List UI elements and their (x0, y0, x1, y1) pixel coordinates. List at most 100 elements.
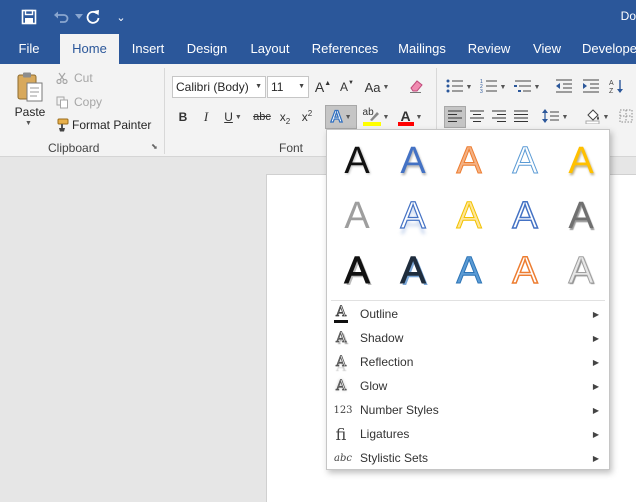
highlight-color-button[interactable]: ab ▼ (360, 106, 392, 128)
align-left-icon (448, 110, 462, 125)
grow-font-icon: A (314, 79, 325, 95)
customize-quick-access-icon[interactable]: ⌄ (110, 7, 132, 27)
text-effect-style-6[interactable]: A (329, 189, 385, 243)
text-effect-style-8[interactable]: A (441, 189, 497, 243)
multilevel-list-button[interactable]: ▼ (512, 76, 542, 98)
tab-review[interactable]: Review (464, 34, 514, 64)
paste-icon[interactable] (14, 70, 46, 104)
menu-item-outline[interactable]: A Outline ▶ (327, 302, 609, 326)
text-effect-style-12[interactable]: A (385, 244, 441, 298)
change-case-button[interactable]: Aa ▼ (362, 76, 392, 98)
tab-design[interactable]: Design (182, 34, 232, 64)
font-size-dropdown-icon[interactable]: ▼ (298, 77, 305, 97)
tab-insert[interactable]: Insert (126, 34, 170, 64)
text-effect-style-15[interactable]: A (553, 244, 609, 298)
clipboard-launcher-icon[interactable]: ⬊ (151, 142, 158, 151)
menu-item-number-styles[interactable]: 123 Number Styles ▶ (327, 398, 609, 422)
paste-dropdown-icon[interactable]: ▼ (25, 120, 32, 127)
paint-bucket-icon (585, 108, 601, 127)
shading-button[interactable]: ▼ (582, 106, 612, 128)
copy-label: Copy (74, 95, 103, 109)
align-right-icon (492, 110, 506, 125)
cut-label: Cut (74, 71, 93, 85)
tab-layout[interactable]: Layout (244, 34, 296, 64)
text-effect-style-7[interactable]: A (385, 189, 441, 243)
tab-developer[interactable]: Develope (582, 34, 636, 64)
redo-icon[interactable] (82, 7, 104, 27)
increase-indent-icon (582, 79, 600, 96)
tab-home[interactable]: Home (60, 34, 119, 64)
menu-item-glow[interactable]: A Glow ▶ (327, 374, 609, 398)
strikethrough-button[interactable]: abc (252, 106, 272, 128)
font-name-box[interactable]: Calibri (Body) ▼ (172, 76, 266, 98)
font-color-icon: A (397, 107, 414, 127)
tab-mailings[interactable]: Mailings (392, 34, 452, 64)
align-left-button[interactable] (444, 106, 466, 128)
line-spacing-button[interactable]: ▼ (540, 106, 570, 128)
menu-item-label: Stylistic Sets (360, 451, 429, 465)
cut-button[interactable]: Cut (54, 70, 93, 86)
text-effect-style-11[interactable]: A (329, 244, 385, 298)
menu-item-stylistic-sets[interactable]: abc Stylistic Sets ▶ (327, 446, 609, 470)
format-painter-label: Format Painter (72, 118, 152, 132)
text-effect-style-14[interactable]: A (497, 244, 553, 298)
font-name-dropdown-icon[interactable]: ▼ (255, 77, 262, 97)
italic-button[interactable]: I (197, 106, 215, 128)
subscript-button[interactable]: x2 (276, 106, 294, 128)
paste-button-label[interactable]: Paste (14, 105, 46, 119)
submenu-arrow-icon: ▶ (592, 453, 599, 463)
sort-icon: AZ (609, 78, 625, 97)
text-effects-button[interactable]: A ▼ (325, 105, 357, 129)
align-center-icon (470, 110, 484, 125)
svg-text:3: 3 (480, 89, 483, 93)
text-effect-style-10[interactable]: A (553, 189, 609, 243)
multilevel-list-icon (513, 79, 532, 96)
menu-item-label: Reflection (360, 355, 414, 369)
text-effect-style-3[interactable]: A (441, 134, 497, 188)
font-size-value: 11 (271, 80, 284, 94)
borders-button[interactable] (616, 106, 636, 128)
text-effect-style-1[interactable]: A (329, 134, 385, 188)
line-spacing-icon (541, 108, 560, 126)
paintbrush-icon (54, 118, 70, 132)
text-effect-style-4[interactable]: A (497, 134, 553, 188)
font-color-button[interactable]: A ▼ (395, 106, 425, 128)
decrease-indent-button[interactable] (553, 76, 575, 98)
grow-font-button[interactable]: A ▲ (314, 76, 332, 98)
outline-a-icon: A (332, 304, 350, 324)
copy-button[interactable]: Copy (54, 94, 102, 110)
reflection-a-icon: A (335, 354, 347, 371)
text-effect-style-2[interactable]: A (385, 134, 441, 188)
menu-item-shadow[interactable]: A Shadow ▶ (327, 326, 609, 350)
tab-file[interactable]: File (10, 34, 48, 64)
sort-button[interactable]: AZ (606, 76, 628, 98)
text-effect-style-13[interactable]: A (441, 244, 497, 298)
stylistic-sets-icon: abc (334, 452, 352, 464)
clear-formatting-button[interactable] (406, 76, 426, 98)
format-painter-button[interactable]: Format Painter (54, 117, 151, 133)
bullets-button[interactable]: ▼ (444, 76, 474, 98)
tab-view[interactable]: View (526, 34, 568, 64)
shadow-a-icon: A (335, 330, 347, 347)
increase-indent-button[interactable] (580, 76, 602, 98)
underline-button[interactable]: U ▼ (220, 106, 246, 128)
justify-button[interactable] (510, 106, 532, 128)
scissors-icon (54, 72, 70, 84)
menu-item-label: Number Styles (360, 403, 439, 417)
align-right-button[interactable] (488, 106, 510, 128)
numbering-button[interactable]: 1 2 3 ▼ (478, 76, 508, 98)
justify-icon (514, 110, 528, 125)
bullets-icon (446, 79, 464, 96)
decrease-indent-icon (555, 79, 573, 96)
menu-item-reflection[interactable]: A Reflection ▶ (327, 350, 609, 374)
font-size-box[interactable]: 11 ▼ (267, 76, 309, 98)
bold-button[interactable]: B (174, 106, 192, 128)
align-center-button[interactable] (466, 106, 488, 128)
text-effect-style-9[interactable]: A (497, 189, 553, 243)
shrink-font-button[interactable]: A ▼ (338, 76, 356, 98)
menu-item-ligatures[interactable]: fi Ligatures ▶ (327, 422, 609, 446)
save-icon[interactable] (18, 7, 40, 27)
text-effect-style-5[interactable]: A (553, 134, 609, 188)
superscript-button[interactable]: x2 (298, 106, 316, 128)
tab-references[interactable]: References (308, 34, 382, 64)
